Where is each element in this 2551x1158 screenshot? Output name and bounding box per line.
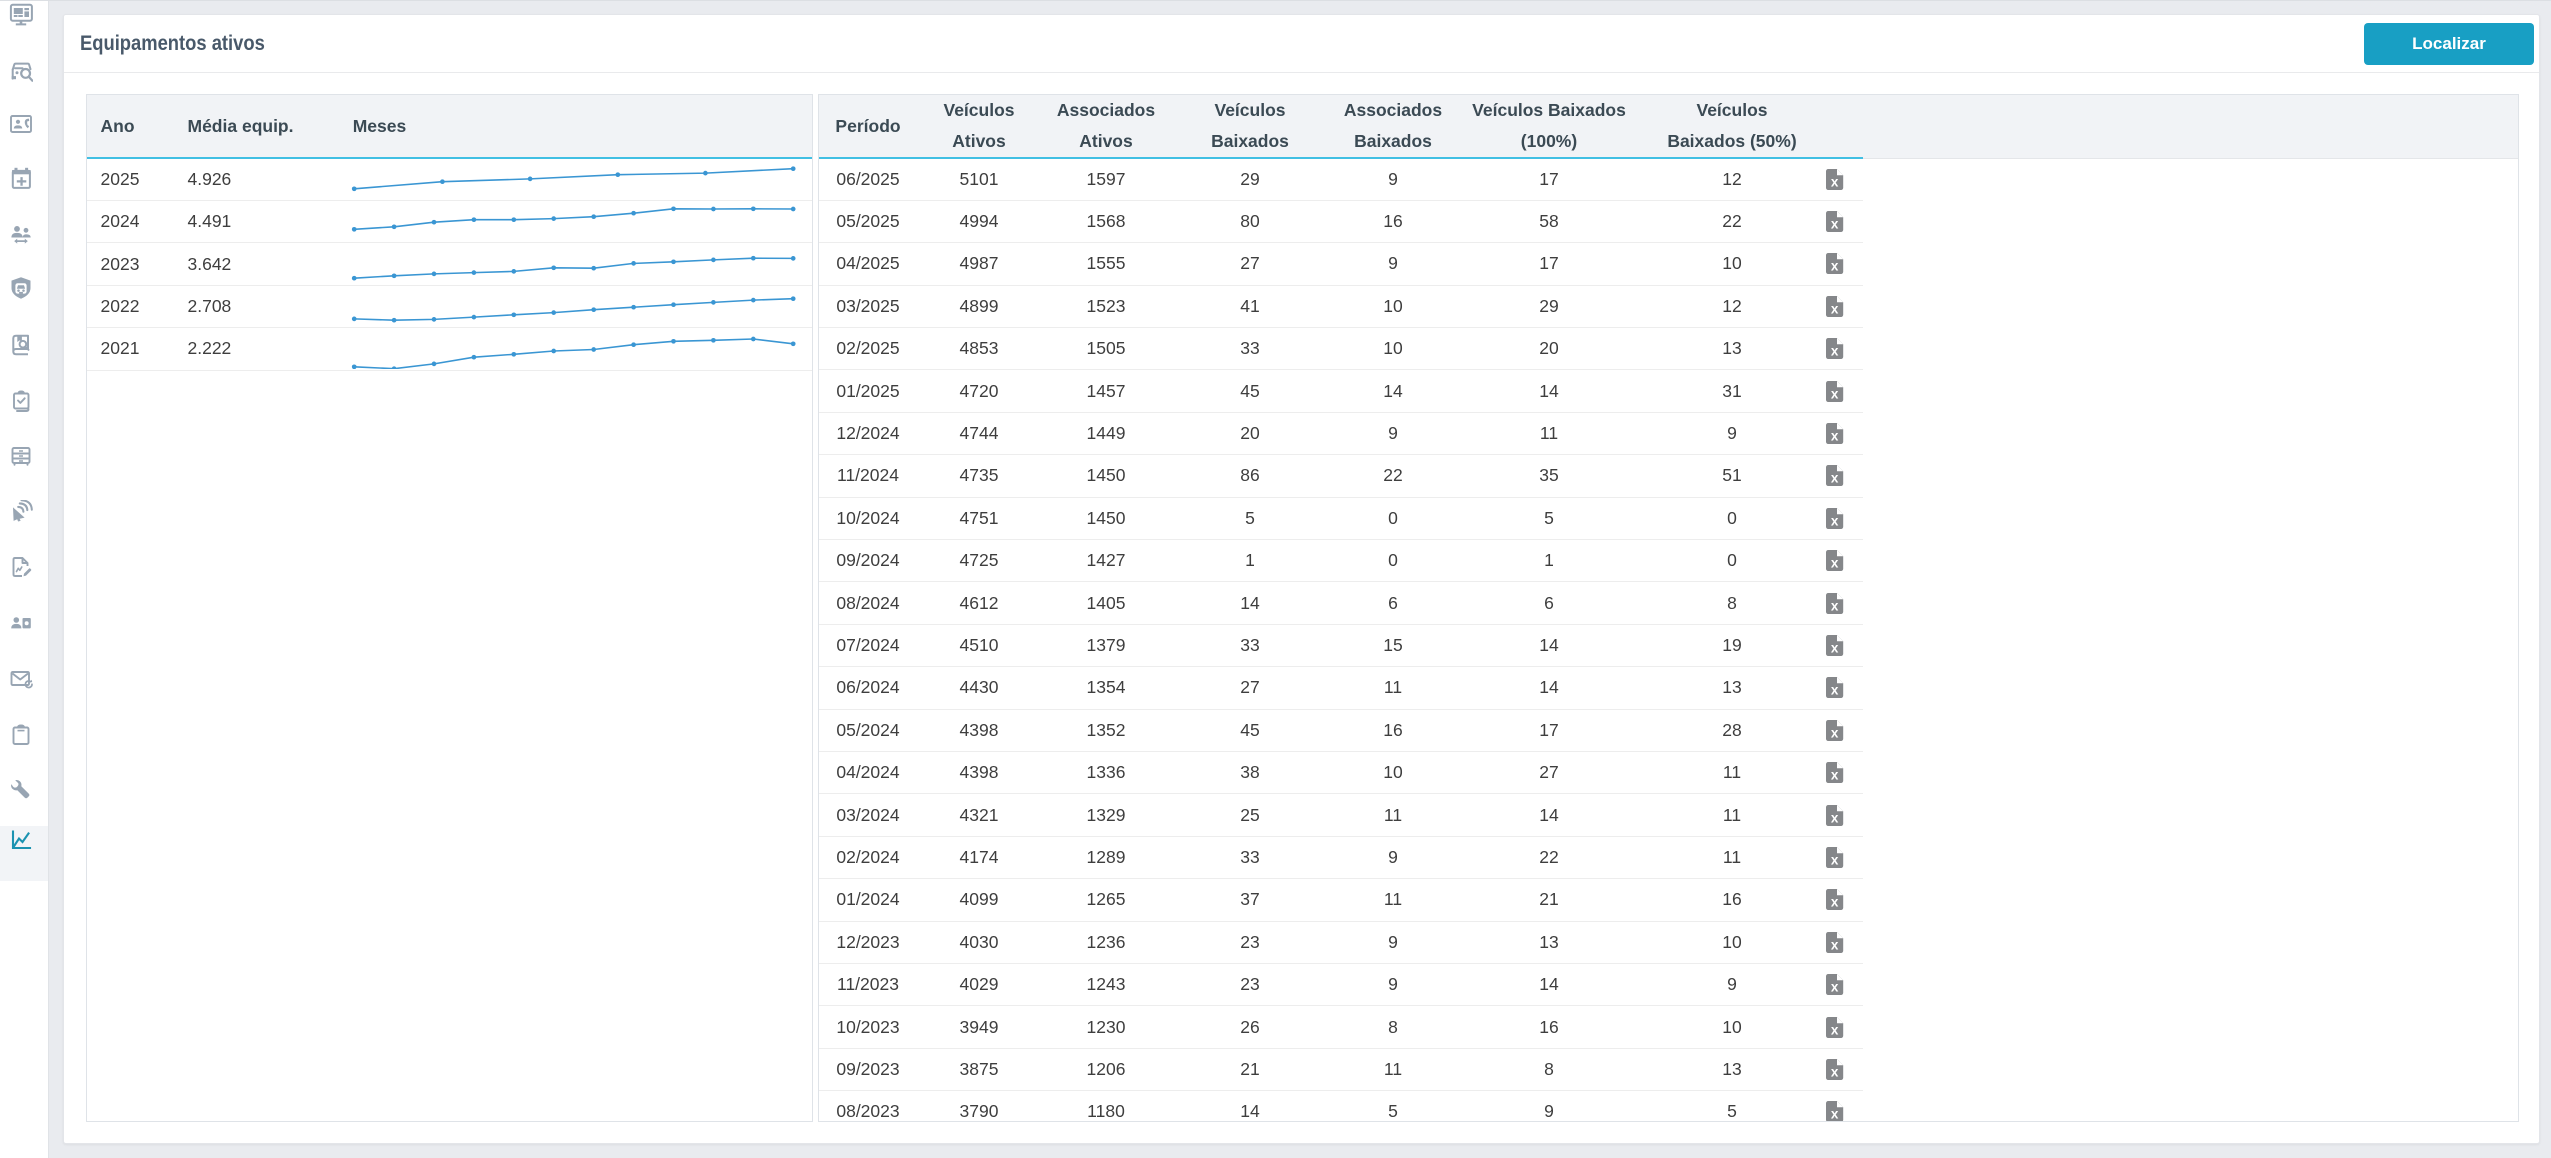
svg-text:x: x [1830,598,1838,613]
svg-text:x: x [1830,386,1838,401]
svg-text:x: x [1830,556,1838,571]
svg-text:x: x [1830,428,1838,443]
svg-text:x: x [1830,895,1838,910]
svg-text:x: x [1830,1064,1838,1079]
svg-text:x: x [1830,725,1838,740]
svg-text:x: x [1830,640,1838,655]
svg-text:x: x [1830,937,1838,952]
svg-text:x: x [1830,259,1838,274]
svg-text:x: x [1830,216,1838,231]
svg-text:x: x [1830,471,1838,486]
svg-text:x: x [1830,810,1838,825]
svg-text:x: x [1830,767,1838,782]
svg-text:x: x [1830,513,1838,528]
svg-text:x: x [1830,1022,1838,1037]
svg-text:x: x [1830,979,1838,994]
svg-text:x: x [1830,1107,1838,1122]
svg-text:x: x [1830,852,1838,867]
svg-text:x: x [1830,683,1838,698]
svg-text:x: x [1830,344,1838,359]
svg-text:x: x [1830,174,1838,189]
svg-text:x: x [1830,301,1838,316]
